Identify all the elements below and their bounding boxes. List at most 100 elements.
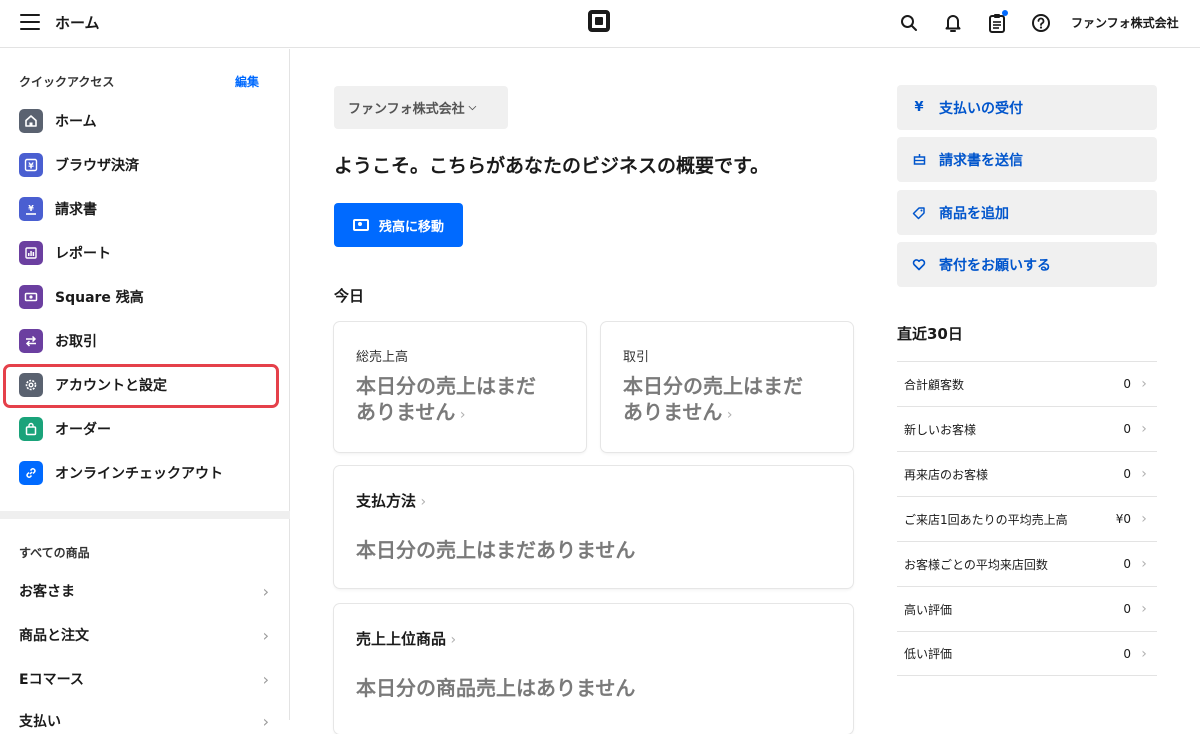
search-icon[interactable]	[898, 12, 920, 34]
stat-row-returning-customers[interactable]: 再来店のお客様 0 ›	[897, 451, 1157, 496]
go-to-balance-button[interactable]: 残高に移動	[334, 203, 463, 247]
chevron-right-icon: ›	[1141, 601, 1147, 617]
bag-icon	[19, 417, 43, 441]
stat-row-new-customers[interactable]: 新しいお客様 0 ›	[897, 406, 1157, 451]
sidebar-item-label: オンラインチェックアウト	[55, 466, 223, 482]
sidebar-item-label: レポート	[55, 246, 111, 262]
transactions-card[interactable]: 取引 本日分の売上はまだ ありません ›	[601, 322, 853, 452]
sidebar-item-browser-payment[interactable]: ¥ ブラウザ決済	[19, 150, 274, 180]
page-title: ホーム	[55, 14, 100, 32]
chevron-right-icon: ›	[416, 494, 427, 510]
stat-value: 0	[1123, 467, 1131, 481]
card-title-text: 支払方法	[356, 492, 417, 510]
heart-icon	[911, 258, 927, 271]
sidebar-item-label: お取引	[55, 334, 97, 350]
nav-item-label: お客さま	[19, 584, 75, 600]
stat-value: 0	[1123, 646, 1131, 661]
sidebar-item-online-checkout[interactable]: オンラインチェックアウト	[19, 458, 274, 488]
stat-label: 新しいお客様	[904, 422, 977, 437]
chevron-right-icon: ›	[1141, 376, 1147, 392]
ask-donation-button[interactable]: 寄付をお願いする	[897, 242, 1157, 287]
stat-label: ご来店1回あたりの平均売上高	[904, 512, 1068, 527]
nav-item-customers[interactable]: お客さま ›	[19, 579, 269, 603]
sidebar-item-orders[interactable]: オーダー	[19, 414, 274, 444]
sidebar-item-reports[interactable]: レポート	[19, 238, 274, 268]
card-body: 本日分の商品売上はありません	[356, 676, 636, 700]
card-title: 売上上位商品 ›	[356, 628, 456, 649]
gross-sales-card[interactable]: 総売上高 本日分の売上はまだ ありません ›	[334, 322, 586, 452]
invoice-icon: ¥	[19, 197, 43, 221]
edit-link[interactable]: 編集	[235, 73, 259, 90]
sidebar-item-transactions[interactable]: お取引	[19, 326, 274, 356]
company-name[interactable]: ファンフォ株式会社	[1071, 14, 1179, 31]
nav-item-label: Eコマース	[19, 672, 84, 688]
sidebar: クイックアクセス 編集 ホーム ¥ ブラウザ決済 ¥ 請求書 レポート Squa…	[0, 49, 290, 731]
card-title: 総売上高	[356, 350, 409, 365]
help-icon[interactable]	[1030, 12, 1052, 34]
sidebar-item-label: ブラウザ決済	[55, 158, 139, 174]
nav-item-items-orders[interactable]: 商品と注文 ›	[19, 623, 269, 647]
chevron-right-icon: ›	[262, 711, 269, 731]
stat-row-total-customers[interactable]: 合計顧客数 0 ›	[897, 361, 1157, 406]
stat-value: ¥0	[1115, 512, 1131, 526]
card-body: 本日分の売上はまだ ありません ›	[356, 373, 536, 428]
card-body: 本日分の売上はまだありません	[356, 538, 636, 562]
sidebar-divider	[0, 511, 290, 519]
all-items-heading: すべての商品	[19, 546, 90, 560]
chevron-right-icon: ›	[722, 407, 733, 423]
sidebar-item-square-balance[interactable]: Square 残高	[19, 282, 274, 312]
accept-payment-button[interactable]: ¥ 支払いの受付	[897, 85, 1157, 130]
card-title: 取引	[623, 350, 650, 365]
svg-text:¥: ¥	[28, 204, 34, 213]
nav-item-ecommerce[interactable]: Eコマース ›	[19, 667, 269, 691]
add-item-button[interactable]: 商品を追加	[897, 190, 1157, 235]
link-icon	[19, 461, 43, 485]
transfer-icon	[19, 329, 43, 353]
stat-row-avg-visits[interactable]: お客様ごとの平均来店回数 0 ›	[897, 541, 1157, 586]
top-bar: ホーム ファンフォ株式会社	[0, 0, 1200, 48]
card-body-line: ありません	[623, 400, 723, 424]
hamburger-menu-icon[interactable]	[20, 14, 40, 32]
chart-icon	[19, 241, 43, 265]
stat-value: 0	[1123, 422, 1131, 436]
sidebar-item-label: ホーム	[55, 114, 97, 130]
nav-item-label: 支払い	[19, 714, 61, 730]
today-heading: 今日	[334, 287, 365, 305]
sidebar-item-invoices[interactable]: ¥ 請求書	[19, 194, 274, 224]
chevron-down-icon: ⌵	[468, 102, 477, 113]
yen-icon: ¥	[19, 153, 43, 177]
action-label: 請求書を送信	[939, 152, 1023, 169]
business-selector[interactable]: ファンフォ株式会社 ⌵	[334, 86, 508, 129]
stat-row-low-ratings[interactable]: 低い評価 0 ›	[897, 631, 1157, 676]
stat-row-high-ratings[interactable]: 高い評価 0 ›	[897, 586, 1157, 631]
card-body-line: 本日分の売上はまだ	[356, 374, 536, 398]
bell-icon[interactable]	[942, 12, 964, 34]
chevron-right-icon: ›	[455, 407, 466, 423]
card-title-text: 売上上位商品	[356, 630, 447, 648]
stat-value: 0	[1123, 602, 1131, 616]
clipboard-icon[interactable]	[986, 10, 1008, 34]
period-heading: 直近30日	[897, 325, 963, 343]
stat-label: 再来店のお客様	[904, 467, 989, 482]
stat-row-avg-sale-per-visit[interactable]: ご来店1回あたりの平均売上高 ¥0 ›	[897, 496, 1157, 541]
stat-label: 低い評価	[904, 647, 953, 661]
action-label: 寄付をお願いする	[939, 257, 1051, 274]
stat-label: 合計顧客数	[904, 377, 965, 392]
money-icon	[352, 219, 369, 231]
payment-methods-card[interactable]: 支払方法 › 本日分の売上はまだありません	[334, 466, 853, 588]
nav-item-payments[interactable]: 支払い ›	[19, 709, 269, 733]
svg-text:¥: ¥	[28, 162, 34, 171]
business-selector-label: ファンフォ株式会社	[348, 102, 465, 117]
action-label: 商品を追加	[939, 205, 1009, 222]
square-logo-icon[interactable]	[588, 10, 610, 32]
chevron-right-icon: ›	[1141, 421, 1147, 437]
send-invoice-button[interactable]: 請求書を送信	[897, 137, 1157, 182]
top-items-card[interactable]: 売上上位商品 › 本日分の商品売上はありません	[334, 604, 853, 734]
main-content: ファンフォ株式会社 ⌵ ようこそ。こちらがあなたのビジネスの概要です。 残高に移…	[291, 49, 881, 734]
chevron-right-icon: ›	[1141, 556, 1147, 572]
money-icon	[19, 285, 43, 309]
invoice-icon	[911, 153, 927, 166]
sidebar-item-home[interactable]: ホーム	[19, 106, 274, 136]
notification-dot	[1002, 10, 1008, 16]
nav-item-label: 商品と注文	[19, 628, 89, 644]
